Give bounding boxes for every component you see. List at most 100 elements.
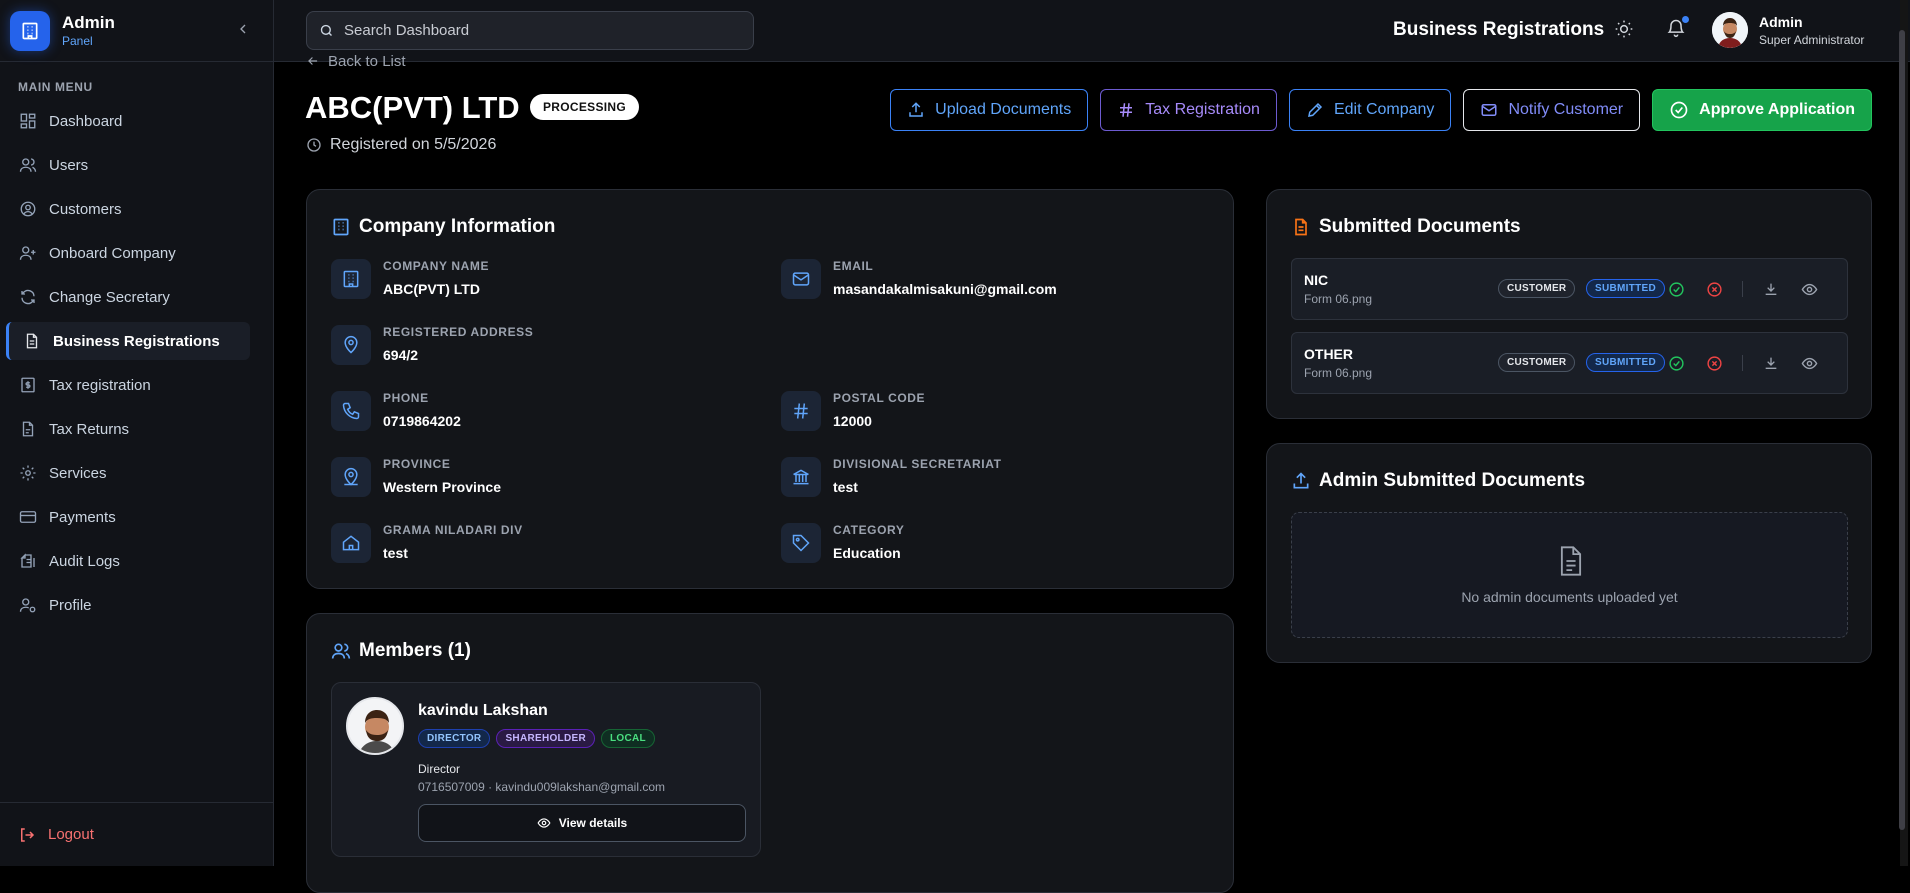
view-document-button[interactable]: [1799, 353, 1819, 373]
sidebar-item-users[interactable]: Users: [6, 146, 267, 184]
admin-documents-card: Admin Submitted Documents No admin docum…: [1266, 443, 1872, 663]
field-category: CATEGORY Education: [781, 523, 904, 563]
upload-documents-button[interactable]: Upload Documents: [890, 89, 1089, 131]
sidebar: Admin Panel MAIN MENU Dashboard Users Cu…: [0, 0, 274, 866]
sidebar-item-label: Audit Logs: [49, 552, 120, 570]
users-icon: [18, 155, 38, 175]
view-document-button[interactable]: [1799, 279, 1819, 299]
file-icon: [1557, 545, 1585, 577]
collapse-sidebar-button[interactable]: [235, 21, 251, 37]
sidebar-item-profile[interactable]: Profile: [6, 586, 267, 624]
sidebar-item-label: Users: [49, 156, 89, 174]
download-document-button[interactable]: [1761, 353, 1781, 373]
page-header-title: Business Registrations: [1393, 19, 1605, 40]
clock-icon: [307, 138, 321, 152]
field-value: masandakalmisakuni@gmail.com: [833, 281, 1057, 297]
field-value: Western Province: [383, 479, 502, 495]
status-badge: PROCESSING: [530, 94, 640, 120]
mail-icon: [781, 259, 821, 299]
member-avatar: [346, 697, 404, 755]
back-to-list-link[interactable]: Back to List: [306, 52, 406, 70]
location-user-icon: [331, 457, 371, 497]
document-name: OTHER: [1304, 346, 1353, 362]
back-label: Back to List: [328, 52, 406, 70]
phone-icon: [331, 391, 371, 431]
avatar: [1712, 12, 1748, 48]
field-value: ABC(PVT) LTD: [383, 281, 480, 297]
notifications-button[interactable]: [1666, 16, 1689, 38]
view-details-button[interactable]: View details: [418, 804, 746, 842]
status-badge: SUBMITTED: [1586, 353, 1666, 372]
notification-dot: [1682, 16, 1689, 23]
field-grama-niladari: GRAMA NILADARI DIV test: [331, 523, 523, 563]
submitted-documents-title: Submitted Documents: [1291, 216, 1521, 238]
field-label: POSTAL CODE: [833, 391, 926, 405]
sidebar-item-payments[interactable]: Payments: [6, 498, 267, 536]
notify-customer-button[interactable]: Notify Customer: [1463, 89, 1641, 131]
scrollbar-thumb[interactable]: [1899, 30, 1905, 830]
download-icon: [1765, 283, 1777, 295]
approve-document-button[interactable]: [1666, 279, 1686, 299]
members-title: Members (1): [331, 640, 471, 662]
edit-company-button[interactable]: Edit Company: [1288, 89, 1452, 131]
sidebar-item-label: Onboard Company: [49, 244, 176, 262]
sidebar-item-services[interactable]: Services: [6, 454, 267, 492]
reject-document-button[interactable]: [1704, 353, 1724, 373]
reject-document-button[interactable]: [1704, 279, 1724, 299]
approve-application-button[interactable]: Approve Application: [1652, 89, 1872, 131]
tag-director: DIRECTOR: [418, 729, 491, 748]
field-province: PROVINCE Western Province: [331, 457, 501, 497]
map-pin-icon: [331, 325, 371, 365]
sidebar-item-audit-logs[interactable]: Audit Logs: [6, 542, 267, 580]
field-value: 12000: [833, 413, 872, 429]
member-card: kavindu Lakshan DIRECTOR SHAREHOLDER LOC…: [331, 682, 761, 857]
source-badge: CUSTOMER: [1498, 353, 1576, 372]
hash-icon: [1120, 103, 1133, 117]
sidebar-item-onboard-company[interactable]: Onboard Company: [6, 234, 267, 272]
source-badge: CUSTOMER: [1498, 279, 1576, 298]
upload-documents-label: Upload Documents: [935, 101, 1072, 118]
gear-icon: [18, 463, 38, 483]
eye-icon: [537, 818, 551, 828]
check-circle-icon: [1668, 355, 1684, 371]
registered-text: Registered on 5/5/2026: [330, 136, 497, 153]
refresh-icon: [18, 287, 38, 307]
sidebar-item-tax-returns[interactable]: Tax Returns: [6, 410, 267, 448]
field-email: EMAIL masandakalmisakuni@gmail.com: [781, 259, 1057, 299]
menu-section-label: MAIN MENU: [18, 80, 93, 94]
search-box[interactable]: [306, 11, 754, 50]
member-role: Director: [418, 762, 461, 776]
building-icon: [331, 259, 371, 299]
field-value: 0719864202: [383, 413, 461, 429]
sidebar-item-tax-registration[interactable]: Tax registration: [6, 366, 267, 404]
user-menu[interactable]: Admin Super Administrator: [1712, 12, 1864, 48]
empty-state-text: No admin documents uploaded yet: [1461, 589, 1678, 605]
user-role: Super Administrator: [1759, 32, 1865, 47]
home-icon: [331, 523, 371, 563]
topbar: Business Registrations Admin Super Admin…: [274, 0, 1910, 62]
search-input[interactable]: [344, 22, 724, 39]
field-registered-address: REGISTERED ADDRESS 694/2: [331, 325, 533, 365]
notify-customer-label: Notify Customer: [1508, 101, 1624, 118]
sidebar-item-dashboard[interactable]: Dashboard: [6, 102, 267, 140]
document-row: NIC Form 06.png CUSTOMER SUBMITTED: [1291, 258, 1848, 320]
logout-button[interactable]: Logout: [0, 802, 274, 866]
sidebar-item-label: Customers: [49, 200, 122, 218]
download-document-button[interactable]: [1761, 279, 1781, 299]
approve-document-button[interactable]: [1666, 353, 1686, 373]
sidebar-item-label: Business Registrations: [53, 332, 220, 350]
logout-icon: [18, 826, 36, 844]
page-scrollbar[interactable]: [1899, 0, 1908, 866]
document-actions: [1666, 353, 1837, 373]
search-icon: [320, 24, 332, 36]
tax-registration-button[interactable]: Tax Registration: [1100, 89, 1277, 131]
theme-toggle-button[interactable]: [1614, 19, 1634, 39]
main-nav: Dashboard Users Customers Onboard Compan…: [0, 102, 273, 624]
sidebar-item-business-registrations[interactable]: Business Registrations: [6, 322, 250, 360]
sidebar-item-change-secretary[interactable]: Change Secretary: [6, 278, 267, 316]
document-icon: [22, 331, 42, 351]
registered-date: Registered on 5/5/2026: [306, 136, 496, 154]
document-file: Form 06.png: [1304, 292, 1373, 306]
company-information-title: Company Information: [331, 216, 555, 238]
sidebar-item-customers[interactable]: Customers: [6, 190, 267, 228]
